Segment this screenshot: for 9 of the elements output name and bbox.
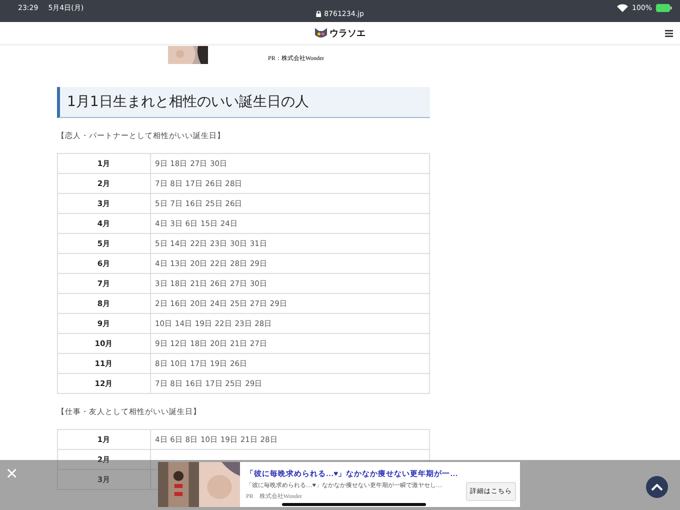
site-logo[interactable]: ウラソエ (330, 26, 366, 40)
section-heading: 1月1日生まれと相性のいい誕生日の人 (57, 87, 430, 118)
battery-icon (656, 4, 672, 12)
cat-logo-icon (314, 28, 326, 38)
chevron-up-icon (651, 484, 663, 490)
wifi-icon (616, 4, 628, 12)
lock-icon (316, 11, 322, 17)
menu-icon[interactable] (665, 30, 673, 37)
scroll-top-button[interactable] (646, 476, 668, 498)
